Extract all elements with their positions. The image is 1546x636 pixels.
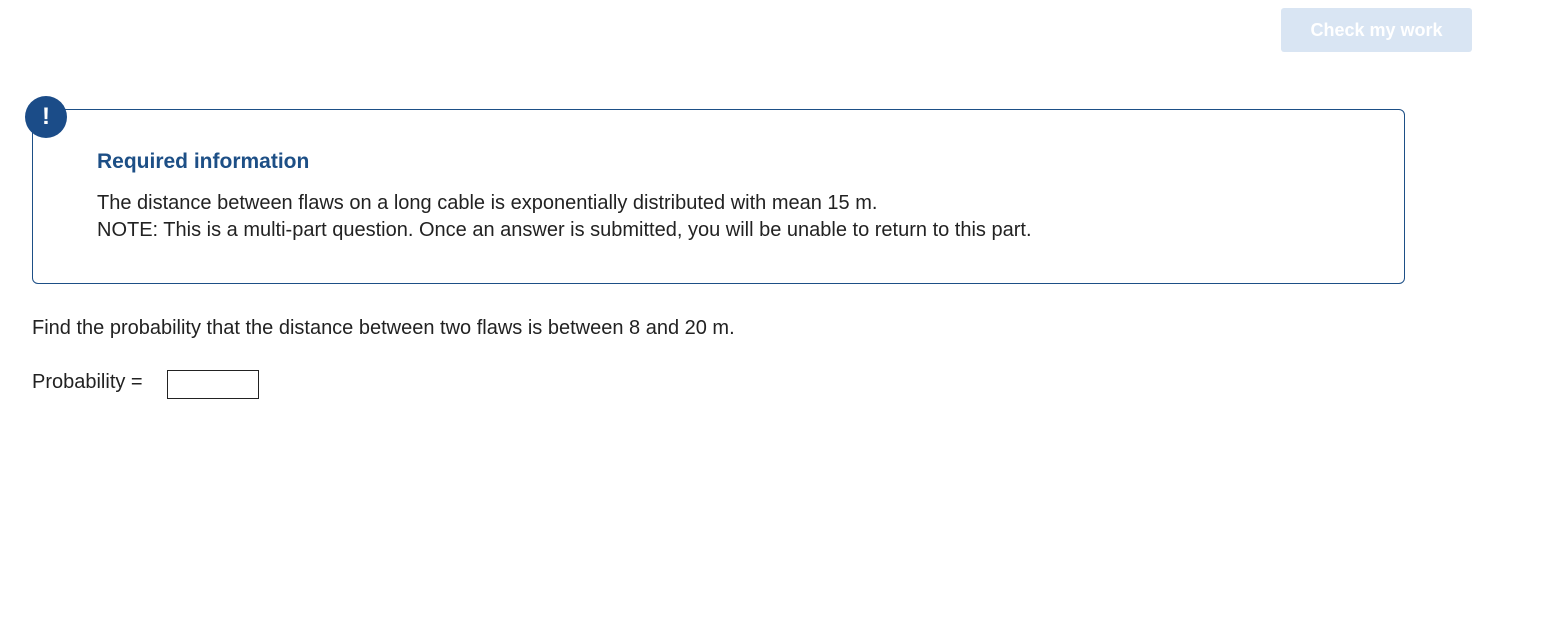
required-information-title: Required information xyxy=(97,150,310,173)
alert-icon: ! xyxy=(25,96,67,138)
check-my-work-button[interactable]: Check my work xyxy=(1281,8,1472,52)
probability-label: Probability = xyxy=(32,371,143,393)
question-text: Find the probability that the distance b… xyxy=(32,317,735,339)
information-text-line: The distance between flaws on a long cab… xyxy=(97,192,878,214)
page: Check my work ! Required information The… xyxy=(0,0,1546,636)
note-text-line: NOTE: This is a multi-part question. Onc… xyxy=(97,219,1032,241)
probability-input[interactable] xyxy=(167,370,259,399)
